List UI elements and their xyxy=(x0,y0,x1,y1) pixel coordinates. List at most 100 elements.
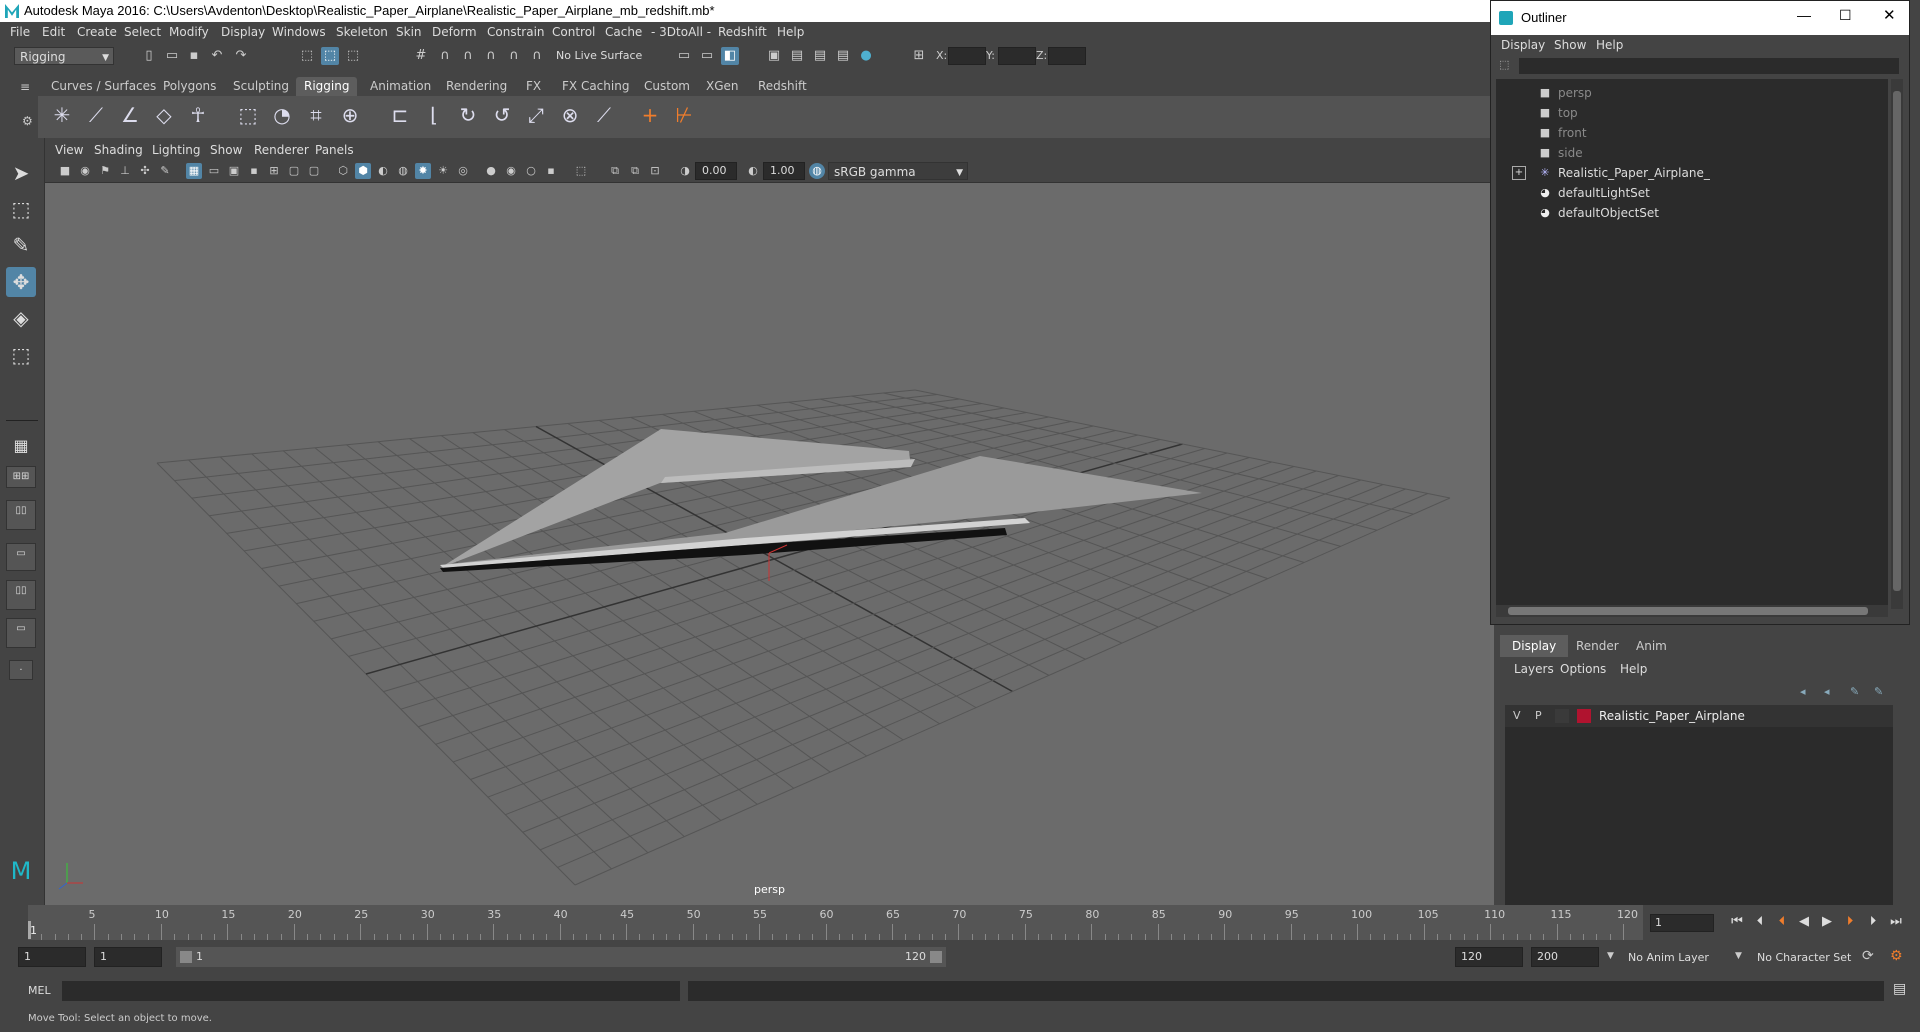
move-layer-up-icon[interactable]: ◂ xyxy=(1800,685,1806,698)
shelf-tab-fx-caching[interactable]: FX Caching xyxy=(554,77,637,96)
gamma-field[interactable]: 1.00 xyxy=(763,162,805,180)
outliner-menu-display[interactable]: Display xyxy=(1501,38,1545,52)
make-live-icon[interactable]: ∩ xyxy=(528,47,546,65)
step-back-icon[interactable]: ⏴ xyxy=(1751,913,1769,931)
save-scene-icon[interactable]: ▪ xyxy=(185,47,203,65)
constraint-scale-icon[interactable]: ⤢ xyxy=(522,101,550,129)
vp-menu-renderer[interactable]: Renderer xyxy=(254,143,309,157)
menu-cache[interactable]: Cache xyxy=(605,25,642,39)
filter-icon[interactable]: ⬚ xyxy=(1499,58,1509,71)
outliner-search-input[interactable] xyxy=(1519,58,1899,74)
viewport-3d[interactable]: persp xyxy=(45,183,1494,905)
layer-tab-anim[interactable]: Anim xyxy=(1624,635,1679,657)
transform-constraint-icon[interactable]: ⊞ xyxy=(910,47,928,65)
expand-icon[interactable]: + xyxy=(1512,166,1526,180)
layer-tab-display[interactable]: Display xyxy=(1500,635,1569,657)
field-chart-icon[interactable]: ⊞ xyxy=(266,163,282,179)
lattice-icon[interactable]: ⌗ xyxy=(302,101,330,129)
new-layer-selected-icon[interactable]: ✎ xyxy=(1874,685,1883,698)
undo-icon[interactable]: ↶ xyxy=(208,47,226,65)
current-frame-field[interactable]: 1 xyxy=(1650,914,1714,932)
ipr-render-icon[interactable]: ▤ xyxy=(811,47,829,65)
open-scene-icon[interactable]: ▭ xyxy=(163,47,181,65)
outliner-item-side[interactable]: ■ side xyxy=(1496,143,1886,163)
mode-dropdown[interactable]: Rigging ▼ xyxy=(14,47,114,65)
snap-live-icon[interactable]: ∩ xyxy=(505,47,523,65)
xray-active-icon[interactable]: ⧉ xyxy=(627,163,643,179)
shelf-menu-icon[interactable]: ≡ xyxy=(20,80,30,94)
range-end-handle[interactable] xyxy=(930,951,942,963)
vp-menu-lighting[interactable]: Lighting xyxy=(152,143,201,157)
maya-home-icon[interactable]: M xyxy=(6,856,36,886)
camera-attributes-icon[interactable]: ◉ xyxy=(77,163,93,179)
anim-layer-dropdown[interactable]: No Anim Layer xyxy=(1628,951,1709,964)
paint-select-tool-icon[interactable]: ✎ xyxy=(6,230,36,260)
image-plane-icon[interactable]: ⊥ xyxy=(117,163,133,179)
command-language-label[interactable]: MEL xyxy=(28,984,51,997)
safe-action-icon[interactable]: ▢ xyxy=(286,163,302,179)
layer-row[interactable]: V P Realistic_Paper_Airplane xyxy=(1505,705,1893,727)
menu-edit[interactable]: Edit xyxy=(42,25,65,39)
joint-tool-icon[interactable]: ✳ xyxy=(48,101,76,129)
isolate-select-icon[interactable]: ⬚ xyxy=(573,163,589,179)
menu-3dtoall[interactable]: - 3DtoAll - xyxy=(651,25,711,39)
time-slider-track[interactable]: 5 10 15 20 25 30 35 40 45 50 55 60 65 70 75 80 85 90 95 100… xyxy=(28,905,1643,940)
render-view-icon[interactable]: ▣ xyxy=(765,47,783,65)
layer-playback-toggle[interactable]: P xyxy=(1535,709,1542,722)
gate-mask-icon[interactable]: ▪ xyxy=(246,163,262,179)
layer-visibility-toggle[interactable]: V xyxy=(1513,709,1521,722)
wireframe-icon[interactable]: ⬡ xyxy=(335,163,351,179)
outliner-item-default-object-set[interactable]: ◕ defaultObjectSet xyxy=(1496,203,1886,223)
shelf-tab-animation[interactable]: Animation xyxy=(362,77,439,96)
auto-key-icon[interactable]: ⟳ xyxy=(1862,948,1874,964)
depth-of-field-icon[interactable]: ▪ xyxy=(543,163,559,179)
scrollbar-thumb[interactable] xyxy=(1508,607,1868,615)
close-icon[interactable]: ✕ xyxy=(1883,6,1896,24)
new-scene-icon[interactable]: ▯ xyxy=(140,47,158,65)
humanik-icon[interactable]: ☥ xyxy=(184,101,212,129)
persp-uv-layout[interactable]: ▭ xyxy=(6,618,36,648)
constraint-parent-icon[interactable]: ⊏ xyxy=(386,101,414,129)
outliner-menu-help[interactable]: Help xyxy=(1596,38,1623,52)
constraint-orient-icon[interactable]: ↻ xyxy=(454,101,482,129)
xray-icon[interactable]: ◎ xyxy=(455,163,471,179)
ik-spline-icon[interactable]: ∠ xyxy=(116,101,144,129)
shelf-tab-rendering[interactable]: Rendering xyxy=(438,77,515,96)
live-surface-label[interactable]: No Live Surface xyxy=(556,49,642,62)
outliner-horizontal-scrollbar[interactable] xyxy=(1496,605,1888,617)
bind-skin-icon[interactable]: ⬚ xyxy=(234,101,262,129)
paint-weights-icon[interactable]: ◔ xyxy=(268,101,296,129)
menu-skin[interactable]: Skin xyxy=(396,25,422,39)
animation-preferences-icon[interactable]: ⚙ xyxy=(1890,948,1903,964)
shelf-tab-xgen[interactable]: XGen xyxy=(698,77,747,96)
outliner-item-front[interactable]: ■ front xyxy=(1496,123,1886,143)
constraint-pole-icon[interactable]: ⊗ xyxy=(556,101,584,129)
chevron-down-icon[interactable]: ▼ xyxy=(1607,951,1614,961)
animation-end-field[interactable]: 200 xyxy=(1531,947,1599,967)
scale-tool-icon[interactable]: ⬚ xyxy=(6,340,36,370)
vp-menu-view[interactable]: View xyxy=(55,143,83,157)
four-view-layout[interactable]: ⊞⊞ xyxy=(6,466,36,488)
playback-end-field[interactable]: 120 xyxy=(1455,947,1523,967)
locator-icon[interactable]: + xyxy=(636,101,664,129)
new-layer-icon[interactable]: ✎ xyxy=(1850,685,1859,698)
gamma-icon[interactable]: ◐ xyxy=(745,163,761,179)
bookmark-icon[interactable]: ⚑ xyxy=(97,163,113,179)
layer-type-toggle[interactable] xyxy=(1555,709,1569,723)
maximize-icon[interactable]: ☐ xyxy=(1839,7,1852,24)
z-field[interactable] xyxy=(1048,47,1086,65)
outliner-menu-show[interactable]: Show xyxy=(1554,38,1586,52)
y-field[interactable] xyxy=(998,47,1036,65)
persp-outliner-layout[interactable]: ▯▯ xyxy=(6,580,36,610)
command-input[interactable] xyxy=(62,981,680,1001)
side-by-side-layout[interactable]: ▯▯ xyxy=(6,500,36,530)
input-ops-icon[interactable]: ▭ xyxy=(675,47,693,65)
shelf-tab-sculpting[interactable]: Sculpting xyxy=(225,77,297,96)
redo-icon[interactable]: ↷ xyxy=(232,47,250,65)
insert-joint-icon[interactable]: ◇ xyxy=(150,101,178,129)
outliner-vertical-scrollbar[interactable] xyxy=(1891,79,1903,609)
outliner-item-default-light-set[interactable]: ◕ defaultLightSet xyxy=(1496,183,1886,203)
cluster-icon[interactable]: ⊕ xyxy=(336,101,364,129)
layer-menu-options[interactable]: Options xyxy=(1560,662,1606,676)
2d-pan-icon[interactable]: ✣ xyxy=(137,163,153,179)
